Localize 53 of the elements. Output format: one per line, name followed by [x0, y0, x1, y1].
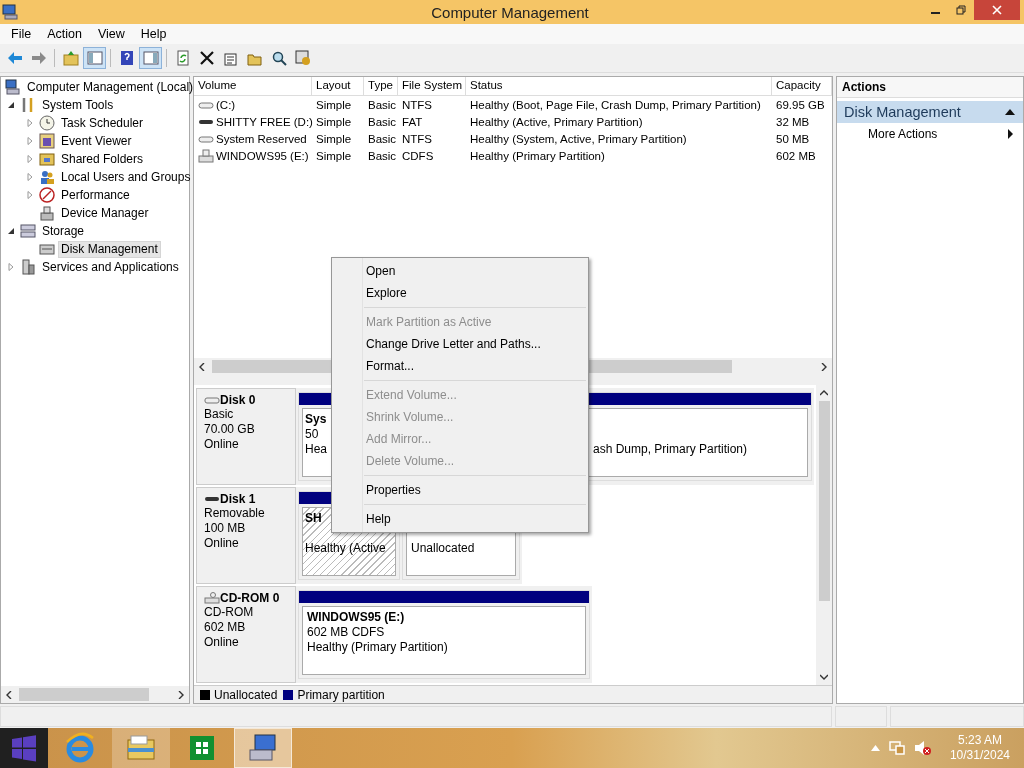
disk-info: CD-ROM: [204, 605, 254, 620]
table-cell: NTFS: [402, 132, 433, 145]
disk-info: 100 MB: [204, 521, 246, 536]
table-cell: (C:): [216, 98, 236, 111]
table-cell: CDFS: [402, 149, 434, 162]
partition-info: Unallocated: [411, 541, 475, 556]
partition-info: ash Dump, Primary Partition): [593, 442, 748, 457]
disk-info: Basic: [204, 407, 234, 422]
table-cell: Simple: [316, 132, 352, 145]
partition-title: WINDOWS95 (E:): [307, 610, 405, 625]
table-cell: System Reserved: [216, 132, 307, 145]
table-cell: 32 MB: [776, 115, 810, 128]
table-cell: NTFS: [402, 98, 433, 111]
section-title: Disk Management: [844, 104, 961, 120]
partition-info: Hea: [305, 442, 327, 457]
table-cell: Simple: [316, 98, 352, 111]
partition-title: SH: [305, 511, 322, 526]
table-cell: Basic: [368, 115, 397, 128]
table-cell: Healthy (Active, Primary Partition): [470, 115, 643, 128]
table-cell: Healthy (Primary Partition): [470, 149, 605, 162]
table-cell: Healthy (System, Active, Primary Partition): [470, 132, 687, 145]
legend-label: Primary partition: [297, 687, 385, 702]
partition-info: Healthy (Active: [305, 541, 386, 556]
disk-info: Online: [204, 635, 239, 650]
disk-info: 602 MB: [204, 620, 246, 635]
table-cell: 69.95 GB: [776, 98, 825, 111]
disk-info: Online: [204, 437, 239, 452]
table-cell: WINDOWS95 (E:): [216, 149, 309, 162]
table-cell: Basic: [368, 149, 397, 162]
legend-label: Unallocated: [214, 687, 278, 702]
table-cell: Basic: [368, 132, 397, 145]
table-cell: Healthy (Boot, Page File, Crash Dump, Primary Partition): [470, 98, 761, 111]
partition-title: Sys: [305, 412, 327, 427]
table-cell: Simple: [316, 115, 352, 128]
disk-info: 70.00 GB: [204, 422, 255, 437]
clock-date: 10/31/2024: [949, 748, 1010, 763]
actions-header: Actions: [837, 77, 1023, 98]
disk-name: CD-ROM 0: [220, 591, 280, 605]
clock-time: 5:23 AM: [957, 733, 1002, 748]
table-cell: 602 MB: [776, 149, 816, 162]
partition-info: 602 MB CDFS: [307, 625, 385, 640]
window-title: Computer Management: [431, 3, 589, 21]
partition-info: Healthy (Primary Partition): [307, 640, 448, 655]
table-cell: Basic: [368, 98, 397, 111]
disk-info: Online: [204, 536, 239, 551]
table-cell: 50 MB: [776, 132, 810, 145]
table-cell: SHITTY FREE (D:): [216, 115, 313, 128]
disk-info: Removable: [204, 506, 265, 521]
disk-name: Disk 1: [220, 492, 256, 506]
table-cell: Simple: [316, 149, 352, 162]
disk-name: Disk 0: [220, 393, 256, 407]
partition-info: 50: [305, 427, 319, 442]
table-cell: FAT: [402, 115, 423, 128]
